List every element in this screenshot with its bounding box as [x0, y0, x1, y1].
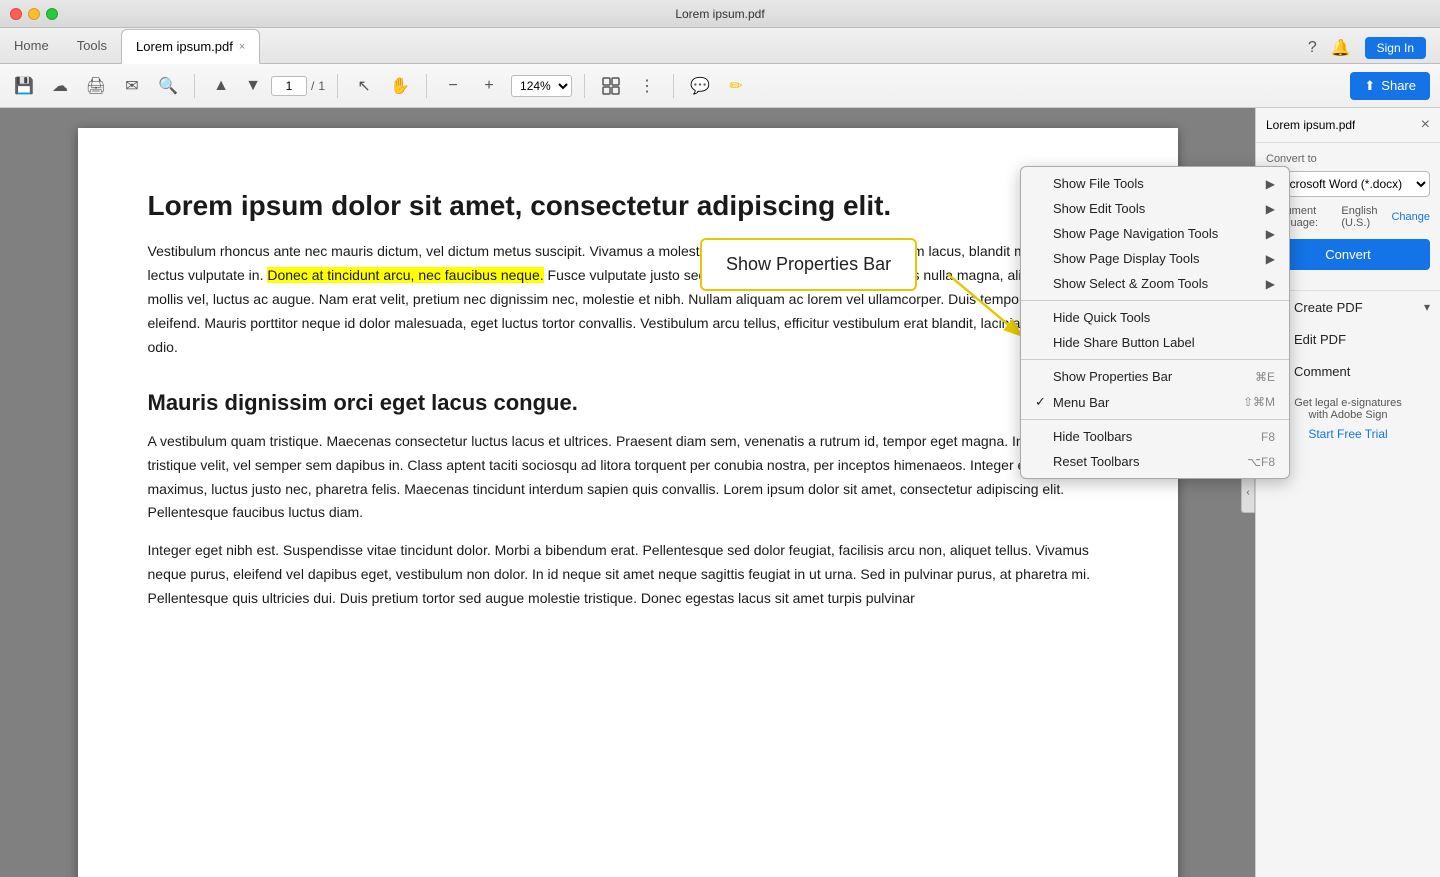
doc-language-value: English (U.S.) [1341, 205, 1387, 229]
prev-page-button[interactable]: ▲ [207, 72, 235, 100]
menu-show-edit-tools[interactable]: Show Edit Tools ▶ [1021, 196, 1289, 221]
tab-right-icons: ? 🔔 Sign In [1308, 37, 1440, 63]
tab-bar: Home Tools Lorem ipsum.pdf × ? 🔔 Sign In [0, 28, 1440, 64]
toolbar: 💾 ☁ 🖨 ✉ 🔍 ▲ ▼ / 1 ↖ ✋ − + 124% 100% 75% … [0, 64, 1440, 108]
menu-show-page-nav-tools[interactable]: Show Page Navigation Tools ▶ [1021, 221, 1289, 246]
divider-3 [426, 74, 427, 98]
help-icon[interactable]: ? [1308, 39, 1317, 57]
change-language-link[interactable]: Change [1391, 211, 1430, 223]
hand-tool-icon[interactable]: ✋ [386, 72, 414, 100]
create-pdf-expand-icon: ▾ [1424, 300, 1430, 314]
window-title: Lorem ipsum.pdf [675, 7, 764, 21]
convert-format-select[interactable]: Microsoft Word (*.docx) [1266, 171, 1430, 197]
menu-separator-3 [1021, 419, 1289, 420]
menu-hide-quick-tools[interactable]: Hide Quick Tools [1021, 305, 1289, 330]
tab-home[interactable]: Home [0, 28, 63, 63]
pdf-heading: Lorem ipsum dolor sit amet, consectetur … [148, 188, 1108, 224]
divider-2 [337, 74, 338, 98]
minimize-button[interactable] [28, 8, 40, 20]
upload-icon[interactable]: ☁ [46, 72, 74, 100]
right-panel-close-button[interactable]: × [1421, 116, 1430, 134]
edit-pdf-label: Edit PDF [1294, 332, 1346, 347]
right-panel-header: Lorem ipsum.pdf × [1256, 108, 1440, 143]
share-icon: ⬆ [1364, 78, 1375, 94]
callout-box: Show Properties Bar [700, 238, 917, 291]
pdf-subheading: Mauris dignissim orci eget lacus congue. [148, 389, 1108, 418]
search-icon[interactable]: 🔍 [154, 72, 182, 100]
total-pages: 1 [318, 79, 325, 93]
email-icon[interactable]: ✉ [118, 72, 146, 100]
right-panel-title: Lorem ipsum.pdf [1266, 118, 1355, 132]
page-number-input[interactable] [271, 76, 307, 96]
menu-show-page-display-tools[interactable]: Show Page Display Tools ▶ [1021, 246, 1289, 271]
more-tools-icon[interactable]: ⋮ [633, 72, 661, 100]
context-menu: Show File Tools ▶ Show Edit Tools ▶ Show… [1020, 166, 1290, 479]
tab-tools[interactable]: Tools [63, 28, 121, 63]
select-tool-icon[interactable]: ↖ [350, 72, 378, 100]
pdf-para-3: Integer eget nibh est. Suspendisse vitae… [148, 539, 1108, 610]
main-area: Lorem ipsum dolor sit amet, consectetur … [0, 108, 1440, 877]
customize-tools-icon[interactable] [597, 72, 625, 100]
para1-highlight: Donec at tincidunt arcu, nec faucibus ne… [267, 267, 543, 283]
pdf-para-1: Vestibulum rhoncus ante nec mauris dictu… [148, 240, 1108, 359]
save-icon[interactable]: 💾 [10, 72, 38, 100]
pdf-page: Lorem ipsum dolor sit amet, consectetur … [78, 128, 1178, 877]
menu-show-file-tools[interactable]: Show File Tools ▶ [1021, 171, 1289, 196]
print-icon[interactable]: 🖨 [82, 72, 110, 100]
zoom-out-icon[interactable]: − [439, 72, 467, 100]
menu-menu-bar[interactable]: ✓ Menu Bar ⇧⌘M [1021, 389, 1289, 415]
tab-file[interactable]: Lorem ipsum.pdf × [121, 29, 260, 64]
share-button[interactable]: ⬆ Share [1350, 72, 1430, 100]
esign-text: Get legal e-signatureswith Adobe Sign [1266, 397, 1430, 421]
maximize-button[interactable] [46, 8, 58, 20]
convert-button[interactable]: Convert [1266, 239, 1430, 270]
close-button[interactable] [10, 8, 22, 20]
menu-reset-toolbars[interactable]: Reset Toolbars ⌥F8 [1021, 449, 1289, 474]
comment-label: Comment [1294, 364, 1350, 379]
convert-to-label: Convert to [1266, 153, 1430, 165]
tab-close-button[interactable]: × [239, 41, 245, 53]
divider-1 [194, 74, 195, 98]
menu-show-properties-bar[interactable]: Show Properties Bar ⌘E [1021, 364, 1289, 389]
zoom-select[interactable]: 124% 100% 75% 150% [511, 75, 572, 97]
menu-hide-share-label[interactable]: Hide Share Button Label [1021, 330, 1289, 355]
menu-show-select-zoom-tools[interactable]: Show Select & Zoom Tools ▶ [1021, 271, 1289, 296]
create-pdf-label: Create PDF [1294, 300, 1363, 315]
divider-5 [673, 74, 674, 98]
tab-file-label: Lorem ipsum.pdf [136, 39, 233, 54]
next-page-button[interactable]: ▼ [239, 72, 267, 100]
pen-tool-icon[interactable]: ✏ [722, 72, 750, 100]
share-label: Share [1381, 78, 1416, 93]
notification-icon[interactable]: 🔔 [1331, 38, 1351, 58]
callout-text: Show Properties Bar [726, 254, 891, 274]
comment-tool-icon[interactable]: 💬 [686, 72, 714, 100]
pdf-para-2: A vestibulum quam tristique. Maecenas co… [148, 430, 1108, 525]
menu-separator-2 [1021, 359, 1289, 360]
start-trial-link[interactable]: Start Free Trial [1308, 427, 1387, 441]
traffic-lights [10, 8, 58, 20]
divider-4 [584, 74, 585, 98]
menu-hide-toolbars[interactable]: Hide Toolbars F8 [1021, 424, 1289, 449]
menu-separator-1 [1021, 300, 1289, 301]
page-nav: ▲ ▼ / 1 [207, 72, 325, 100]
sign-in-button[interactable]: Sign In [1365, 37, 1426, 59]
zoom-in-icon[interactable]: + [475, 72, 503, 100]
title-bar: Lorem ipsum.pdf [0, 0, 1440, 28]
page-separator: / [311, 79, 314, 93]
